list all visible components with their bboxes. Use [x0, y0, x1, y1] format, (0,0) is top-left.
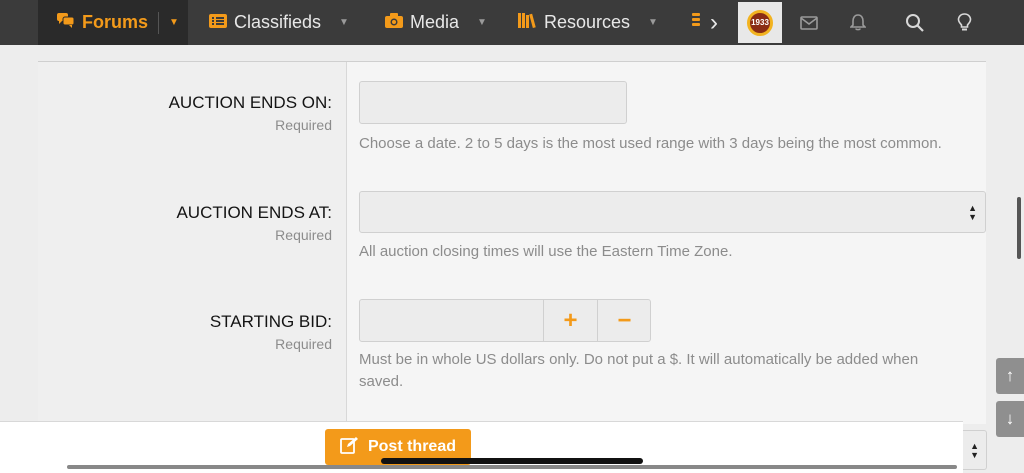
avatar: 1933	[747, 9, 773, 36]
starting-bid-stepper: + −	[359, 299, 651, 342]
auction-end-date-hint: Choose a date. 2 to 5 days is the most u…	[359, 135, 942, 152]
chevron-down-icon[interactable]: ▼	[169, 17, 179, 28]
tab-media-label: Media	[410, 12, 460, 32]
select-arrows-icon: ▲ ▼	[970, 441, 979, 460]
avatar-button[interactable]: 1933	[738, 2, 782, 43]
starting-bid-label-block: STARTING BID: Required	[210, 312, 332, 352]
edit-icon	[340, 436, 360, 459]
scroll-tabs-right-icon[interactable]: ›	[710, 9, 718, 37]
search-icon	[905, 14, 924, 32]
starting-bid-hint-line2: saved.	[359, 373, 404, 390]
horizontal-scrollbar[interactable]	[67, 465, 957, 469]
chevron-down-icon[interactable]: ▼	[339, 17, 349, 28]
starting-bid-hint-line1: Must be in whole US dollars only. Do not…	[359, 351, 919, 368]
tab-classifieds[interactable]: Classifieds ▼	[208, 0, 349, 45]
alerts-button[interactable]	[836, 0, 880, 45]
chevron-down-icon[interactable]: ▼	[477, 17, 487, 28]
auction-form: AUCTION ENDS ON: Required AUCTION ENDS A…	[38, 61, 986, 424]
auction-end-date-input[interactable]	[359, 81, 627, 124]
bell-icon	[850, 14, 866, 31]
auction-end-time-select[interactable]: ▲ ▼	[359, 191, 986, 233]
books-icon	[518, 12, 538, 33]
form-label-column: AUCTION ENDS ON: Required AUCTION ENDS A…	[38, 62, 347, 424]
required-text: Required	[275, 117, 332, 133]
auction-ends-on-label: AUCTION ENDS ON:	[168, 93, 332, 112]
scroll-to-bottom-button[interactable]: ↓	[996, 401, 1024, 437]
list-icon	[208, 13, 228, 33]
tab-forums[interactable]: Forums ▼	[38, 0, 188, 45]
envelope-icon	[800, 15, 818, 30]
tab-classifieds-label: Classifieds	[234, 12, 322, 32]
auction-ends-at-label: AUCTION ENDS AT:	[176, 203, 332, 222]
coins-icon	[692, 12, 700, 33]
arrow-down-icon: ↓	[1005, 409, 1015, 428]
search-button[interactable]	[892, 0, 936, 45]
comments-icon	[56, 12, 76, 33]
starting-bid-input[interactable]	[360, 300, 543, 341]
page-scrollbar[interactable]	[1017, 197, 1021, 259]
lightbulb-icon	[957, 13, 971, 31]
tab-media[interactable]: Media ▼	[384, 0, 487, 45]
tab-forums-label: Forums	[82, 12, 149, 32]
starting-bid-hint: Must be in whole US dollars only. Do not…	[359, 349, 983, 393]
decrement-button[interactable]: −	[597, 300, 651, 341]
auction-end-time-hint: All auction closing times will use the E…	[359, 243, 733, 260]
style-toggle-button[interactable]	[942, 0, 986, 45]
inbox-button[interactable]	[787, 0, 831, 45]
home-indicator	[381, 458, 643, 464]
select-arrows-icon: ▲ ▼	[968, 203, 977, 222]
required-text: Required	[275, 336, 332, 352]
top-navigation: Forums ▼ Classifieds ▼ Media ▼ Resources…	[0, 0, 1024, 45]
camera-icon	[384, 12, 404, 33]
required-text: Required	[275, 227, 332, 243]
chevron-down-icon[interactable]: ▼	[648, 17, 658, 28]
tab-more[interactable]: ›	[692, 0, 718, 45]
scroll-to-top-button[interactable]: ↑	[996, 358, 1024, 394]
tab-resources-label: Resources	[544, 12, 631, 32]
auction-ends-at-label-block: AUCTION ENDS AT: Required	[176, 203, 332, 243]
starting-bid-label: STARTING BID:	[209, 312, 332, 331]
increment-button[interactable]: +	[543, 300, 597, 341]
tab-resources[interactable]: Resources ▼	[518, 0, 658, 45]
arrow-up-icon: ↑	[1005, 366, 1015, 385]
form-field-column: Choose a date. 2 to 5 days is the most u…	[347, 62, 986, 424]
auction-ends-on-label-block: AUCTION ENDS ON: Required	[169, 93, 332, 133]
bottom-select[interactable]: ▲ ▼	[963, 430, 987, 470]
post-thread-label: Post thread	[367, 438, 456, 455]
